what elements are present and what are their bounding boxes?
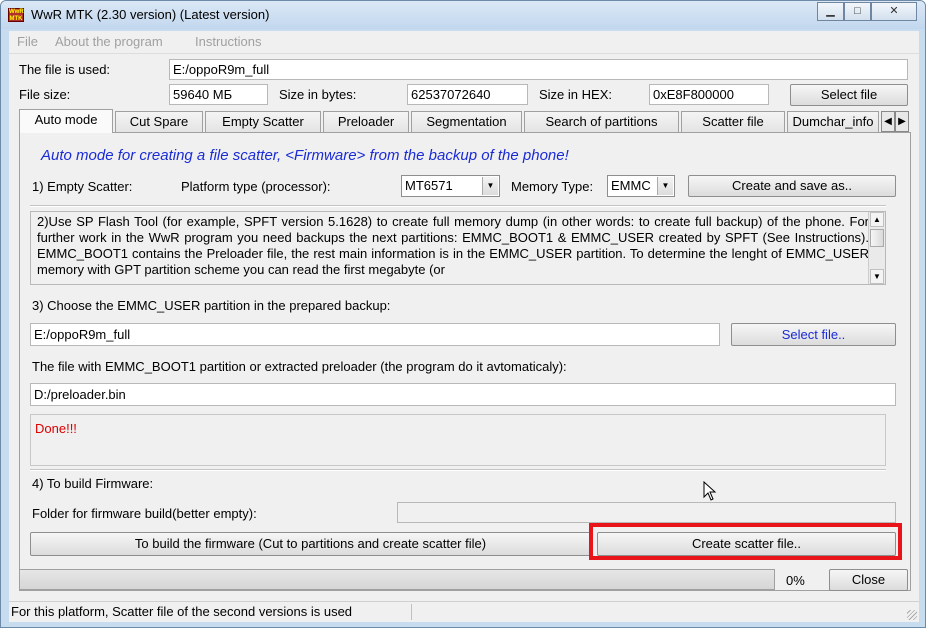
platform-value: MT6571 — [405, 178, 453, 193]
platform-select[interactable]: MT6571 ▼ — [401, 175, 500, 197]
close-button[interactable]: Close — [829, 569, 908, 591]
tab-scroll-right-icon[interactable]: ▶ — [895, 111, 909, 132]
separator — [30, 205, 886, 207]
tab-segmentation[interactable]: Segmentation — [411, 111, 522, 132]
folder-field[interactable] — [397, 502, 896, 523]
platform-label: Platform type (processor): — [181, 179, 331, 194]
tab-bar: Auto mode Cut Spare Empty Scatter Preloa… — [19, 109, 909, 133]
tab-search-partitions[interactable]: Search of partitions — [524, 111, 679, 132]
step4-label: 4) To build Firmware: — [32, 476, 154, 491]
tab-auto-mode[interactable]: Auto mode — [19, 109, 113, 133]
step1-label: 1) Empty Scatter: — [32, 179, 133, 194]
memory-type-select[interactable]: EMMC ▼ — [607, 175, 675, 197]
instructions-memo[interactable]: 2)Use SP Flash Tool (for example, SPFT v… — [30, 211, 886, 285]
progress-bar — [19, 569, 775, 590]
progress-label: 0% — [786, 573, 805, 588]
title-bar[interactable]: WwR MTK WwR MTK (2.30 version) (Latest ve… — [1, 1, 925, 29]
file-used-field[interactable]: E:/oppoR9m_full — [169, 59, 908, 80]
tab-empty-scatter[interactable]: Empty Scatter — [205, 111, 321, 132]
tab-scroll-left-icon[interactable]: ◀ — [881, 111, 895, 132]
file-size-label: File size: — [19, 87, 71, 102]
close-window-button[interactable]: ✕ — [871, 2, 917, 21]
menu-instructions[interactable]: Instructions — [195, 34, 261, 49]
file-used-label: The file is used: — [19, 62, 111, 77]
highlight-box — [589, 523, 902, 560]
separator — [30, 469, 886, 471]
memory-type-label: Memory Type: — [511, 179, 594, 194]
resize-grip-icon[interactable] — [907, 610, 917, 620]
app-window: WwR MTK WwR MTK (2.30 version) (Latest ve… — [0, 0, 926, 628]
tab-scatter-file[interactable]: Scatter file — [681, 111, 785, 132]
size-bytes-label: Size in bytes: — [279, 87, 357, 102]
tab-dumchar-info[interactable]: Dumchar_info — [787, 111, 879, 132]
folder-label: Folder for firmware build(better empty): — [32, 506, 257, 521]
file-size-field[interactable]: 59640 МБ — [169, 84, 268, 105]
size-hex-label: Size in HEX: — [539, 87, 612, 102]
build-firmware-button[interactable]: To build the firmware (Cut to partitions… — [30, 532, 591, 556]
status-text: For this platform, Scatter file of the s… — [11, 604, 353, 619]
emmc-boot-label: The file with EMMC_BOOT1 partition or ex… — [32, 359, 567, 374]
chevron-down-icon: ▼ — [482, 177, 498, 195]
tab-cut-spare[interactable]: Cut Spare — [115, 111, 203, 132]
tab-preloader[interactable]: Preloader — [323, 111, 409, 132]
scroll-up-icon[interactable]: ▲ — [870, 212, 884, 227]
status-divider — [411, 604, 412, 620]
menu-file[interactable]: File — [17, 34, 38, 49]
instructions-text: 2)Use SP Flash Tool (for example, SPFT v… — [37, 214, 869, 277]
app-logo-icon: WwR MTK — [8, 8, 24, 22]
scroll-down-icon[interactable]: ▼ — [870, 269, 884, 284]
memory-type-value: EMMC — [611, 178, 651, 193]
auto-mode-heading: Auto mode for creating a file scatter, <… — [41, 147, 569, 164]
maximize-button[interactable]: □ — [844, 2, 871, 21]
menu-bar: File About the program Instructions — [9, 31, 919, 54]
chevron-down-icon: ▼ — [657, 177, 673, 195]
client-area: File About the program Instructions The … — [9, 31, 919, 622]
window-title: WwR MTK (2.30 version) (Latest version) — [31, 7, 270, 22]
mouse-cursor-icon — [703, 481, 717, 501]
memo-scrollbar[interactable]: ▲ ▼ — [868, 212, 885, 284]
size-hex-field[interactable]: 0xE8F800000 — [649, 84, 769, 105]
scroll-thumb[interactable] — [870, 229, 884, 247]
emmc-boot-path-field[interactable]: D:/preloader.bin — [30, 383, 896, 406]
log-box: Done!!! — [30, 414, 886, 466]
select-emmc-user-button[interactable]: Select file.. — [731, 323, 896, 346]
select-file-button[interactable]: Select file — [790, 84, 908, 106]
size-bytes-field[interactable]: 62537072640 — [407, 84, 528, 105]
emmc-user-path-field[interactable]: E:/oppoR9m_full — [30, 323, 720, 346]
log-text: Done!!! — [35, 421, 77, 436]
status-bar: For this platform, Scatter file of the s… — [9, 601, 919, 622]
menu-about[interactable]: About the program — [55, 34, 163, 49]
step3-label: 3) Choose the EMMC_USER partition in the… — [32, 298, 391, 313]
create-save-button[interactable]: Create and save as.. — [688, 175, 896, 197]
minimize-button[interactable]: ▁ — [817, 2, 844, 21]
